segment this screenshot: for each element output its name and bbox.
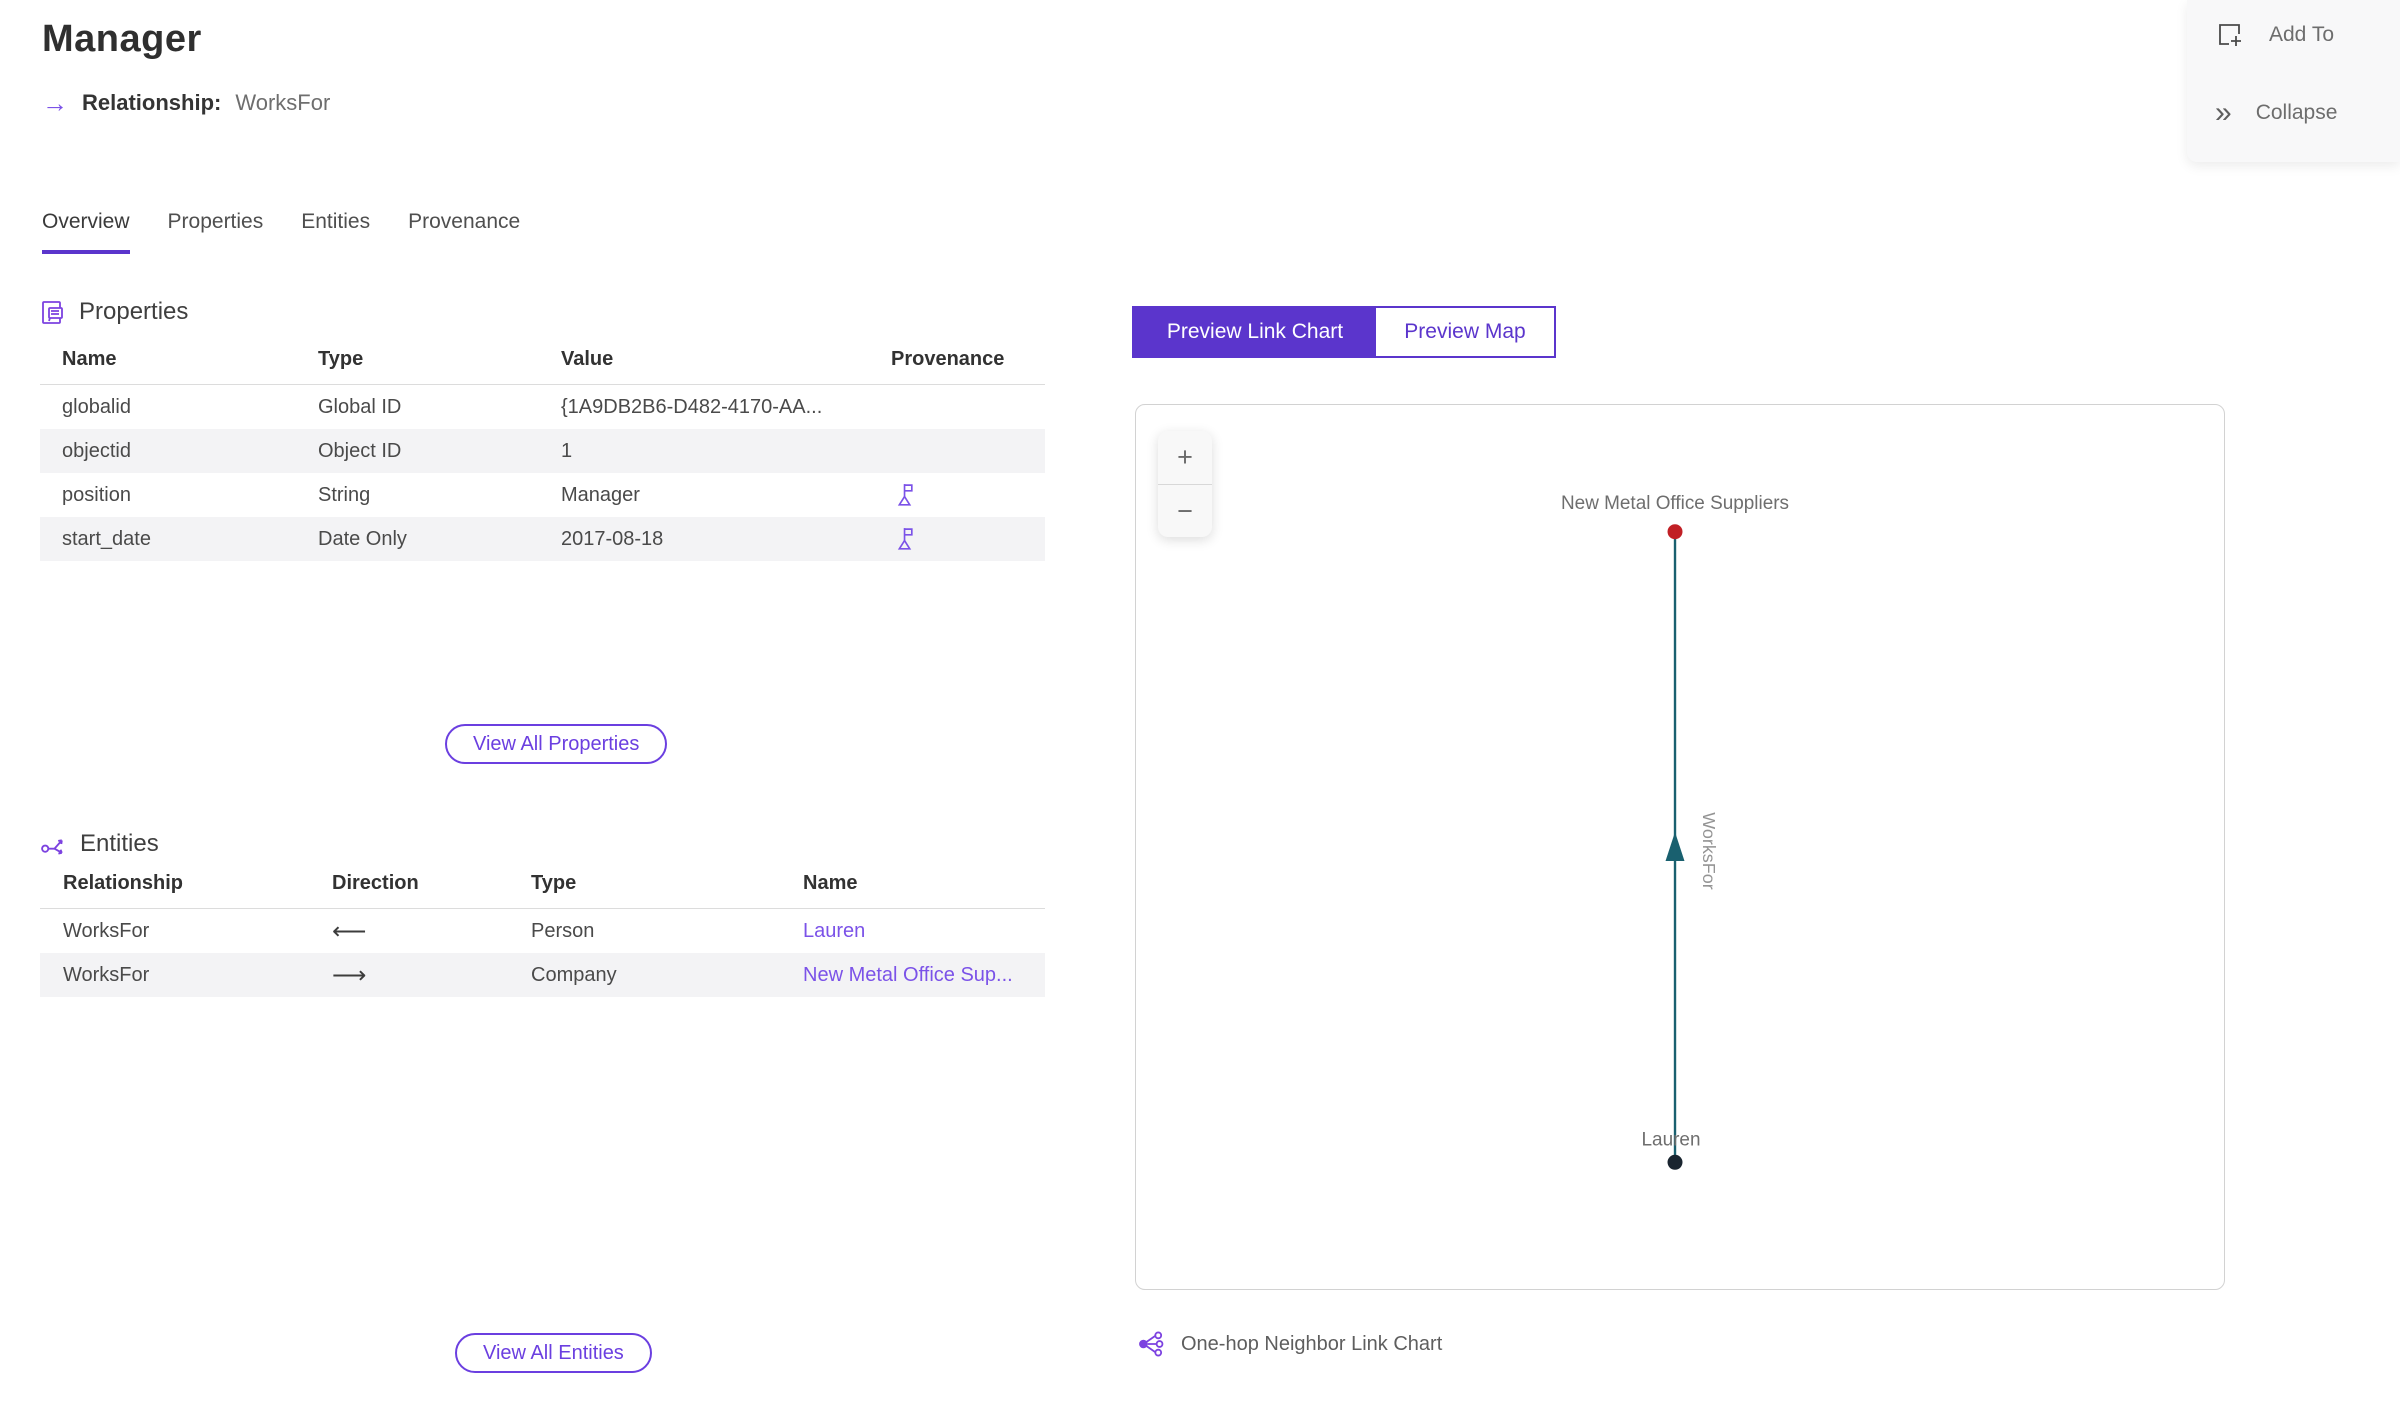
prop-provenance (869, 526, 1045, 553)
preview-link-chart-button[interactable]: Preview Link Chart (1134, 308, 1376, 356)
col-header-direction: Direction (332, 872, 419, 894)
link-chart-panel[interactable]: + − WorksFor New Metal Office Suppliers … (1135, 404, 2225, 1290)
add-to-button[interactable]: Add To (2215, 20, 2334, 50)
zoom-in-button[interactable]: + (1158, 431, 1212, 484)
prop-type: Object ID (318, 439, 402, 462)
collapse-button[interactable]: » Collapse (2215, 98, 2337, 128)
tab-overview[interactable]: Overview (42, 210, 130, 254)
entities-section-header: Entities (40, 830, 159, 858)
collapse-label: Collapse (2255, 101, 2338, 124)
provenance-flag-icon[interactable] (891, 482, 916, 509)
table-row: start_date Date Only 2017-08-18 (40, 517, 1045, 561)
table-row: objectid Object ID 1 (40, 429, 1045, 473)
node-company[interactable] (1667, 524, 1683, 540)
preview-map-button[interactable]: Preview Map (1376, 308, 1554, 356)
node-label-company: New Metal Office Suppliers (1561, 493, 1789, 514)
properties-section-header: Properties (40, 298, 188, 326)
prop-name: position (62, 483, 131, 506)
prop-type: Date Only (318, 527, 407, 550)
properties-table: Name Type Value Provenance globalid Glob… (40, 348, 1045, 561)
add-to-icon (2215, 20, 2245, 50)
prop-name: objectid (62, 439, 131, 462)
entities-icon (40, 831, 67, 858)
tab-entities[interactable]: Entities (301, 210, 370, 254)
col-header-provenance: Provenance (891, 348, 1005, 370)
prop-name: globalid (62, 395, 131, 418)
relationship-value: WorksFor (235, 90, 331, 115)
add-to-label: Add To (2269, 23, 2334, 46)
col-header-type: Type (318, 348, 364, 370)
edge-label: WorksFor (1699, 812, 1719, 889)
prop-name: start_date (62, 527, 151, 550)
tab-bar: Overview Properties Entities Provenance (42, 210, 520, 254)
entity-type: Company (531, 963, 617, 986)
one-hop-link-chart-icon (1138, 1330, 1166, 1358)
relationship-subtitle: → Relationship: WorksFor (42, 90, 330, 116)
direction-left-arrow-icon: ⟵ (332, 917, 367, 945)
col-header-name: Name (62, 348, 117, 370)
node-label-person: Lauren (1642, 1129, 1701, 1150)
relationship-label: Relationship: (82, 90, 222, 115)
prop-value: 2017-08-18 (561, 527, 664, 550)
properties-section-title: Properties (79, 298, 189, 325)
relationship-arrow-icon: → (42, 88, 68, 118)
tab-provenance[interactable]: Provenance (408, 210, 520, 254)
link-chart-graph[interactable]: WorksFor New Metal Office Suppliers Laur… (1136, 405, 2224, 1289)
provenance-flag-icon[interactable] (891, 526, 916, 553)
prop-provenance (869, 482, 1045, 509)
entities-table: Relationship Direction Type Name WorksFo… (40, 872, 1045, 997)
quick-actions-card: Add To » Collapse (2187, 0, 2400, 162)
node-person[interactable] (1667, 1154, 1683, 1170)
prop-type: String (318, 483, 371, 506)
entity-relationship: WorksFor (63, 919, 150, 942)
collapse-chevrons-icon: » (2215, 96, 2232, 129)
entity-link-new-metal-office[interactable]: New Metal Office Sup... (803, 964, 1013, 986)
table-row: globalid Global ID {1A9DB2B6-D482-4170-A… (40, 385, 1045, 429)
entity-type: Person (531, 919, 595, 942)
properties-table-header: Name Type Value Provenance (40, 348, 1045, 385)
table-row: WorksFor ⟶ Company New Metal Office Sup.… (40, 953, 1045, 997)
properties-icon (40, 299, 66, 326)
view-all-entities-button[interactable]: View All Entities (455, 1333, 652, 1373)
col-header-name: Name (803, 872, 858, 894)
chart-caption: One-hop Neighbor Link Chart (1138, 1330, 1442, 1358)
prop-type: Global ID (318, 395, 402, 418)
entity-link-lauren[interactable]: Lauren (803, 920, 865, 942)
direction-right-arrow-icon: ⟶ (332, 961, 367, 989)
zoom-out-button[interactable]: − (1158, 484, 1212, 537)
preview-toggle: Preview Link Chart Preview Map (1132, 306, 1556, 358)
prop-value: 1 (561, 439, 573, 462)
col-header-type: Type (531, 872, 577, 894)
prop-value: Manager (561, 483, 640, 506)
view-all-properties-button[interactable]: View All Properties (445, 724, 668, 764)
entities-section-title: Entities (80, 830, 159, 857)
table-row: WorksFor ⟵ Person Lauren (40, 909, 1045, 953)
zoom-controls: + − (1158, 431, 1212, 537)
chart-caption-text: One-hop Neighbor Link Chart (1181, 1332, 1443, 1355)
col-header-value: Value (561, 348, 614, 370)
edge-arrowhead-icon (1665, 832, 1685, 861)
page-title: Manager (42, 18, 202, 60)
col-header-relationship: Relationship (63, 872, 184, 894)
table-row: position String Manager (40, 473, 1045, 517)
prop-value: {1A9DB2B6-D482-4170-AA... (561, 395, 823, 418)
tab-properties[interactable]: Properties (168, 210, 264, 254)
entities-table-header: Relationship Direction Type Name (40, 872, 1045, 909)
entity-relationship: WorksFor (63, 963, 150, 986)
